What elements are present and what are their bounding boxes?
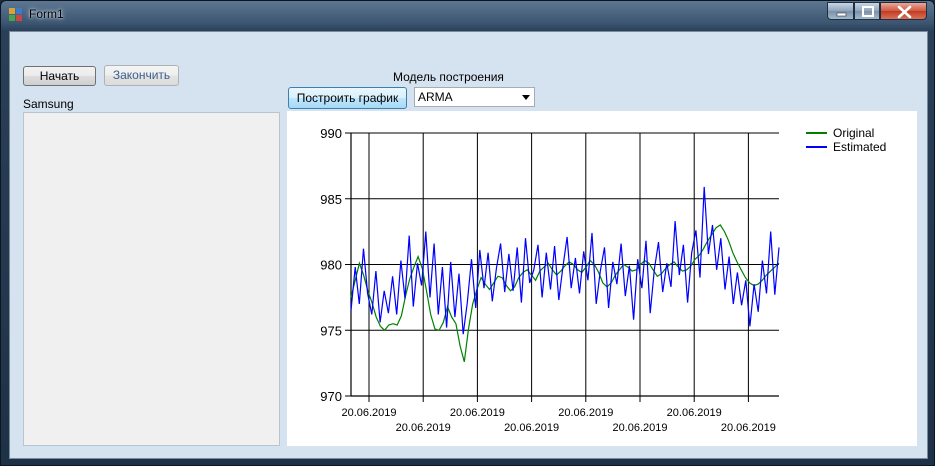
minimize-button[interactable]: [827, 2, 854, 20]
y-tick-label: 985: [320, 192, 342, 207]
line-chart: 97097598098599020.06.201920.06.201920.06…: [320, 126, 886, 434]
finish-button[interactable]: Закончить: [104, 65, 179, 86]
data-listbox[interactable]: [23, 112, 280, 446]
close-button[interactable]: [880, 2, 927, 20]
plot-button[interactable]: Построить график: [288, 87, 407, 109]
x-tick-label: 20.06.2019: [450, 407, 505, 419]
form-client-area: Начать Закончить Модель построения Samsu…: [9, 31, 928, 459]
y-tick-label: 970: [320, 389, 342, 404]
x-tick-label: 20.06.2019: [612, 422, 667, 434]
series-line-estimated: [350, 186, 780, 335]
title-bar[interactable]: Form1: [1, 1, 934, 29]
legend-label: Estimated: [833, 140, 886, 154]
model-select[interactable]: ARMA: [414, 87, 535, 107]
list-title: Samsung: [23, 97, 74, 111]
x-tick-label: 20.06.2019: [558, 407, 613, 419]
chart-panel: 970 975 980 985 990 20.06.2019 20.06.2019 20.06…: [287, 111, 917, 446]
minimize-icon: [836, 12, 847, 17]
start-button[interactable]: Начать: [23, 66, 96, 86]
x-tick-label: 20.06.2019: [341, 407, 396, 419]
close-icon: [897, 5, 912, 19]
window-title: Form1: [29, 7, 64, 21]
legend-label: Original: [833, 126, 874, 140]
maximize-button[interactable]: [854, 2, 880, 20]
main-window: Form1 Начать Закончить Модель построения…: [0, 0, 935, 466]
model-select-value: ARMA: [418, 90, 453, 104]
maximize-icon: [862, 6, 874, 17]
x-tick-label: 20.06.2019: [504, 422, 559, 434]
x-tick-label: 20.06.2019: [721, 422, 776, 434]
app-icon[interactable]: [9, 8, 23, 22]
y-tick-label: 975: [320, 323, 342, 338]
y-tick-label: 990: [320, 126, 342, 141]
x-tick-label: 20.06.2019: [667, 407, 722, 419]
x-tick-label: 20.06.2019: [396, 422, 451, 434]
model-label: Модель построения: [393, 70, 504, 84]
y-tick-label: 980: [320, 258, 342, 273]
chevron-down-icon[interactable]: [522, 95, 530, 100]
